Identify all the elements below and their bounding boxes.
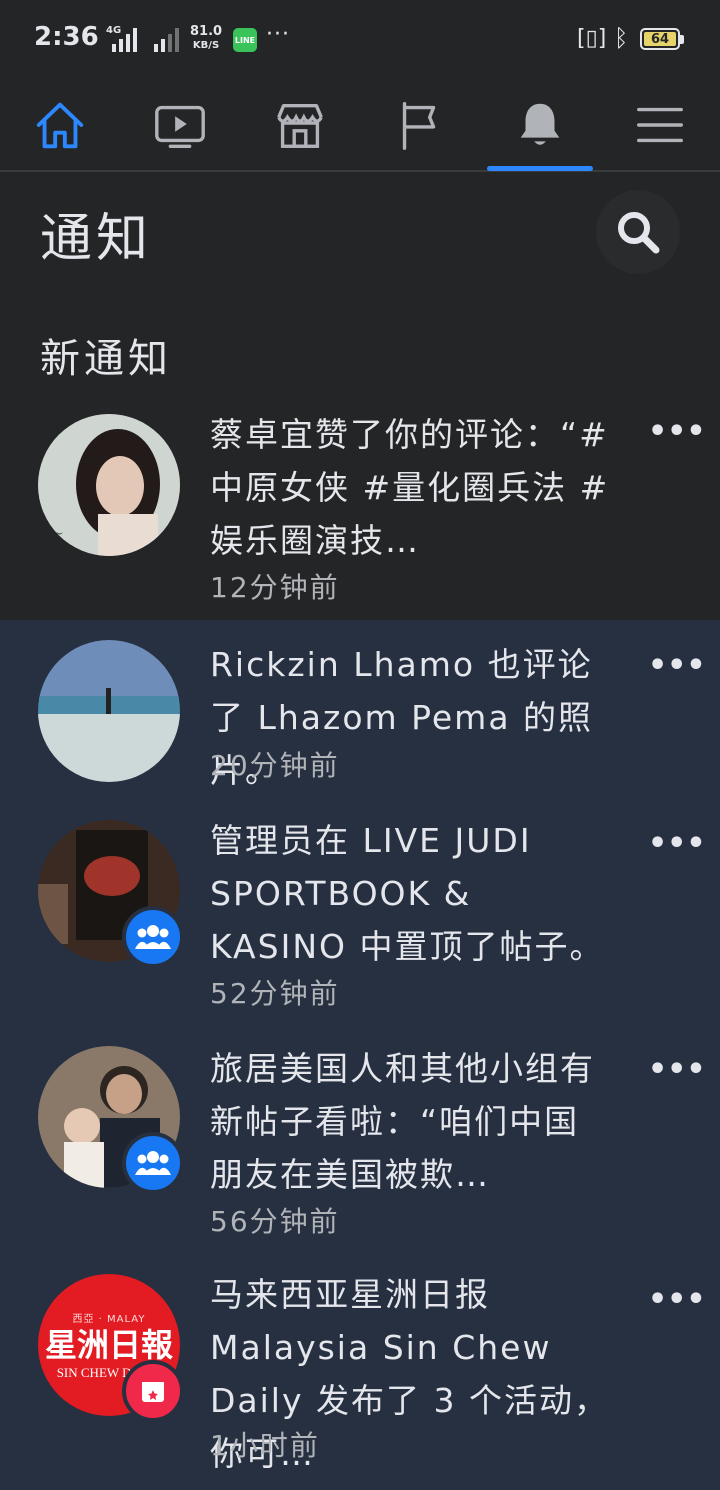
menu-icon <box>637 107 683 143</box>
status-bar: 2:36 4G 81.0 KB/S LINE ··· [▯] ᛒ 64 <box>0 0 720 78</box>
status-time: 2:36 <box>34 22 99 52</box>
line-app-icon: LINE <box>233 28 257 52</box>
battery-icon: 64 <box>640 28 680 50</box>
speed-unit: KB/S <box>192 40 220 51</box>
event-icon <box>142 1382 164 1402</box>
more-options-icon[interactable]: ••• <box>648 1282 706 1317</box>
network-speed: 81.0 KB/S <box>190 25 222 53</box>
tab-pages[interactable] <box>360 78 480 172</box>
battery-tip <box>680 35 684 44</box>
section-title: 新通知 <box>40 336 172 382</box>
group-icon <box>135 1151 171 1175</box>
home-icon <box>36 102 84 149</box>
more-options-icon[interactable]: ••• <box>648 826 706 861</box>
line-label: LINE <box>234 35 256 45</box>
more-notifications-icon: ··· <box>266 22 290 47</box>
avatar-photo: ~ <box>38 414 180 556</box>
search-button[interactable] <box>596 190 680 274</box>
group-icon <box>135 925 171 949</box>
battery-level: 64 <box>644 32 676 47</box>
notification-item[interactable]: 旅居美国人和其他小组有新帖子看啦：“咱们中国朋友在美国被欺… 56分钟前 ••• <box>0 1028 720 1256</box>
tab-navigation <box>0 78 720 172</box>
more-options-icon[interactable]: ••• <box>648 414 706 449</box>
tab-marketplace[interactable] <box>240 78 360 172</box>
avatar-top-text: 西亞 · MALAY <box>72 1313 146 1325</box>
avatar: ~ <box>38 414 180 556</box>
group-badge <box>122 906 184 968</box>
more-options-icon[interactable]: ••• <box>648 648 706 683</box>
notification-text: 蔡卓宜赞了你的评论：“#中原女侠 #量化圈兵法 #娱乐圈演技… <box>210 415 610 560</box>
notification-time: 20分钟前 <box>210 749 340 782</box>
bluetooth-icon: ᛒ <box>614 24 629 52</box>
tab-watch[interactable] <box>120 78 240 172</box>
notification-text: 旅居美国人和其他小组有新帖子看啦：“咱们中国朋友在美国被欺… <box>210 1049 595 1194</box>
active-tab-indicator <box>487 166 593 171</box>
notification-item[interactable]: Rickzin Lhamo 也评论了 Lhazom Pema 的照片。 20分钟… <box>0 620 720 802</box>
avatar <box>38 640 180 782</box>
tab-notifications[interactable] <box>480 78 600 172</box>
notification-time: 1小时前 <box>210 1429 320 1462</box>
svg-text:~: ~ <box>52 526 64 542</box>
notification-text: 管理员在 LIVE JUDI SPORTBOOK & KASINO 中置顶了帖子… <box>210 821 605 966</box>
tab-home[interactable] <box>0 78 120 172</box>
store-icon <box>277 103 323 148</box>
speed-value: 81.0 <box>190 24 223 39</box>
signal-2-icon <box>154 26 179 52</box>
notification-item[interactable]: 管理员在 LIVE JUDI SPORTBOOK & KASINO 中置顶了帖子… <box>0 802 720 1028</box>
more-options-icon[interactable]: ••• <box>648 1052 706 1087</box>
event-badge <box>122 1360 184 1422</box>
video-icon <box>155 105 205 148</box>
group-badge <box>122 1132 184 1194</box>
search-icon <box>618 212 660 254</box>
vibrate-icon: [▯] <box>577 26 607 51</box>
tab-menu[interactable] <box>600 78 720 172</box>
signal-icon <box>112 26 137 52</box>
bell-icon <box>520 103 560 145</box>
avatar-photo <box>38 640 180 782</box>
notification-time: 52分钟前 <box>210 977 340 1010</box>
flag-icon <box>402 102 436 150</box>
notification-item[interactable]: 西亞 · MALAY 星洲日報 SIN CHEW DAILY 马来西亚星洲日报 … <box>0 1256 720 1490</box>
notification-time: 12分钟前 <box>210 571 340 604</box>
avatar-main-text: 星洲日報 <box>44 1325 173 1364</box>
notification-time: 56分钟前 <box>210 1205 340 1238</box>
page-title: 通知 <box>40 209 153 269</box>
notification-item[interactable]: ~ 蔡卓宜赞了你的评论：“#中原女侠 #量化圈兵法 #娱乐圈演技… 12分钟前 … <box>0 392 720 620</box>
